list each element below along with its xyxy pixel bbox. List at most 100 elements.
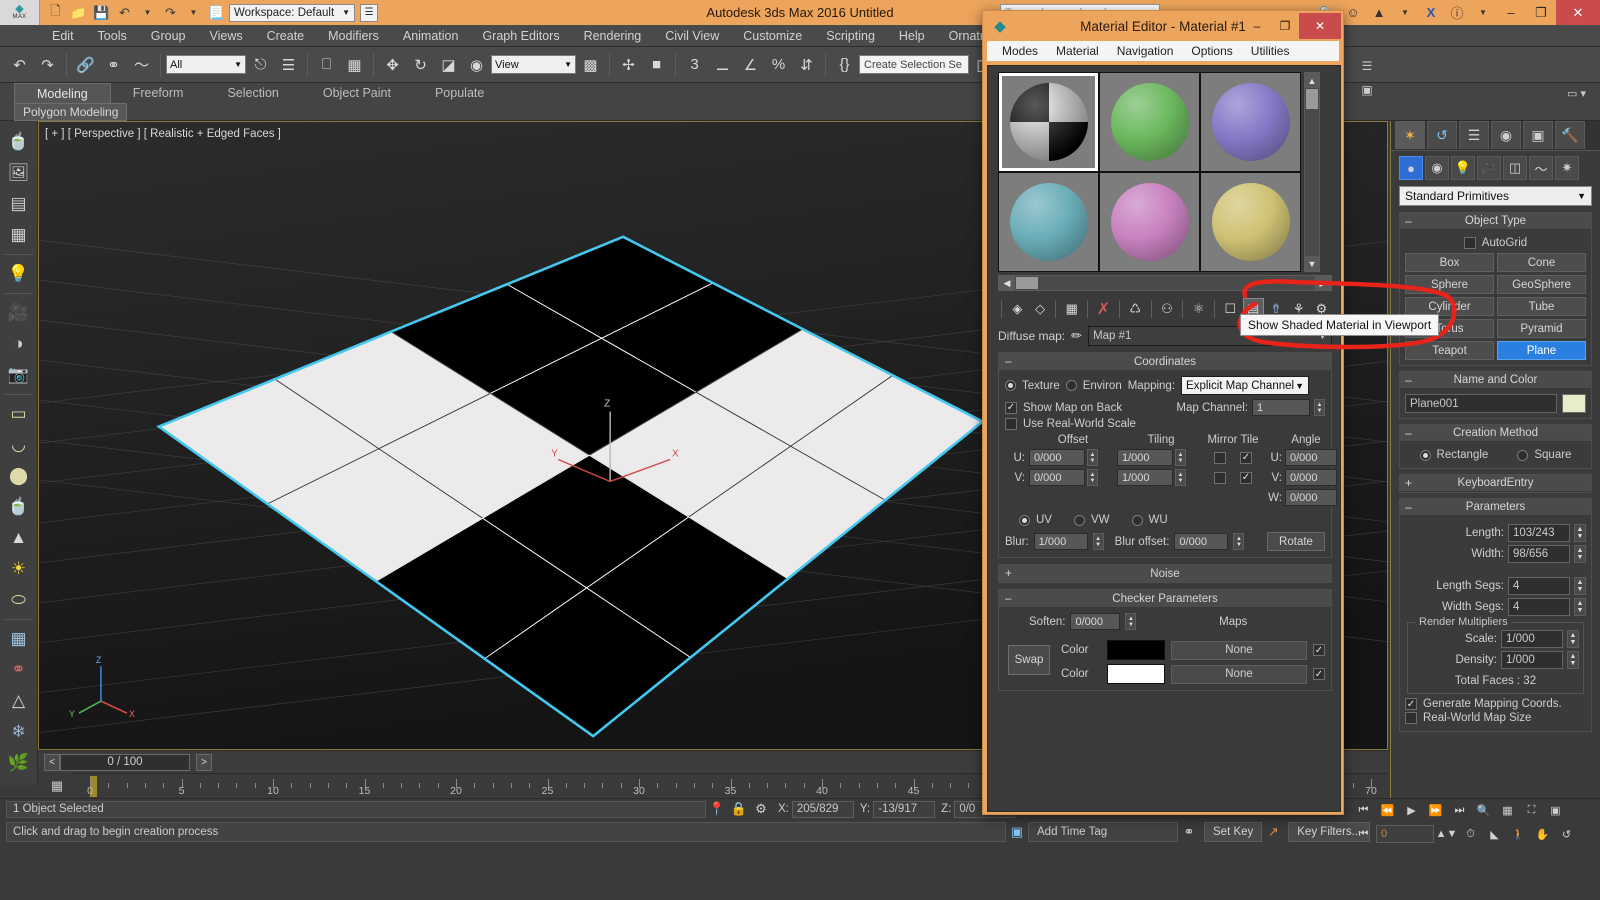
generate-mapping-coords-checkbox[interactable]: ✓ (1405, 698, 1417, 710)
menu-item-rendering[interactable]: Rendering (572, 25, 654, 47)
next-frame-icon[interactable]: ⏩ (1424, 800, 1447, 820)
current-frame-display[interactable]: 0 / 100 (60, 753, 190, 771)
scroll-right-icon[interactable]: ▶ (1315, 276, 1331, 290)
menu-item-create[interactable]: Create (255, 25, 317, 47)
purple-material-slot[interactable] (1201, 73, 1300, 171)
qat-overflow-button[interactable]: ☰ (360, 3, 379, 22)
texture-radio-row[interactable]: Texture (1005, 380, 1060, 392)
object-type-button-geosphere[interactable]: GeoSphere (1497, 275, 1586, 294)
offset-v-input[interactable]: 0/000 (1029, 469, 1085, 486)
prev-frame-button[interactable]: < (44, 753, 60, 771)
render-frame-icon[interactable]: ▤ (3, 189, 35, 219)
open-file-icon[interactable]: 📁 (68, 2, 89, 23)
zoom-region-icon[interactable]: ⛶ (1520, 800, 1543, 820)
redo-icon[interactable]: ↷ (160, 2, 181, 23)
select-object-icon[interactable]: ⎋ (247, 50, 274, 80)
next-frame-button[interactable]: > (196, 753, 212, 771)
material-editor-menu-utilities[interactable]: Utilities (1242, 41, 1299, 61)
material-editor-close-button[interactable]: ✕ (1299, 13, 1341, 39)
object-type-button-sphere[interactable]: Sphere (1405, 275, 1494, 294)
add-time-tag-field[interactable]: Add Time Tag (1028, 822, 1178, 842)
x-coord-input[interactable]: 205/829 (791, 800, 854, 818)
material-editor-maximize-button[interactable]: ❐ (1271, 14, 1299, 38)
tile-checkbox-u[interactable]: ✓ (1240, 451, 1252, 464)
zoom-time-icon[interactable]: 🔍 (1472, 800, 1495, 820)
create-tab-icon[interactable]: ✶ (1395, 121, 1425, 149)
offset-u-input[interactable]: 0/000 (1029, 449, 1085, 466)
render-production-icon[interactable]: 📷 (3, 360, 35, 390)
previous-frame-icon[interactable]: ⏪ (1376, 800, 1399, 820)
material-editor-menu-options[interactable]: Options (1182, 41, 1241, 61)
ribbon-tab-populate[interactable]: Populate (413, 83, 506, 103)
box-icon[interactable]: ▭ (3, 399, 35, 429)
exchange-icon[interactable]: X (1418, 0, 1444, 25)
set-key-button[interactable]: Set Key (1204, 822, 1263, 842)
reset-map-icon[interactable]: ✗ (1093, 298, 1114, 320)
swap-colors-button[interactable]: Swap (1008, 645, 1050, 675)
minimize-button[interactable]: – (1496, 0, 1526, 25)
current-frame-input[interactable]: 0 (1376, 825, 1434, 843)
cone-icon[interactable]: ▲ (3, 523, 35, 553)
ribbon-subtab-polygon-modeling[interactable]: Polygon Modeling (14, 103, 128, 121)
slot-vertical-scrollbar[interactable]: ▲ ▼ (1304, 72, 1320, 272)
menu-item-animation[interactable]: Animation (391, 25, 471, 47)
go-to-start-icon[interactable]: ⏮ (1352, 800, 1375, 820)
map-channel-spinner[interactable]: ▲ ▼ (1314, 399, 1325, 416)
viewport-label[interactable]: [ + ] [ Perspective ] [ Realistic + Edge… (45, 128, 281, 140)
restore-button[interactable]: ❐ (1526, 0, 1556, 25)
space-warps-icon[interactable]: 〜 (1529, 156, 1553, 180)
rectangular-selection-icon[interactable]: ⎕ (313, 50, 340, 80)
coordinates-rollout-header[interactable]: – Coordinates (999, 353, 1331, 370)
width-spinner[interactable]: ▲ ▼ (1574, 545, 1586, 563)
scroll-left-icon[interactable]: ◀ (999, 276, 1015, 290)
tiling-u-spinner[interactable]: ▲ ▼ (1175, 449, 1186, 466)
add-time-tag-icon[interactable]: ▣ (1006, 823, 1028, 842)
select-and-manipulate-icon[interactable]: ✢ (615, 50, 642, 80)
systems-icon[interactable]: ✷ (1555, 156, 1579, 180)
layer-manager-icon[interactable]: ▣ (1356, 79, 1378, 101)
menu-item-help[interactable]: Help (887, 25, 937, 47)
menu-item-modifiers[interactable]: Modifiers (316, 25, 391, 47)
zoom-extents-all-icon[interactable]: ▦ (1496, 800, 1519, 820)
material-editor-menu-modes[interactable]: Modes (993, 41, 1047, 61)
length-spinner[interactable]: ▲ ▼ (1574, 524, 1586, 542)
oval-icon[interactable]: ⬭ (3, 585, 35, 615)
uv-radio-row[interactable]: UV (1019, 514, 1052, 526)
pan-icon[interactable]: ✋ (1531, 824, 1554, 844)
helper-icon[interactable]: △ (3, 686, 35, 716)
help-icon[interactable]: ⓘ (1444, 0, 1470, 25)
helpers-icon[interactable]: ◫ (1503, 156, 1527, 180)
length-segs-input[interactable]: 4 (1508, 577, 1570, 595)
ribbon-tab-freeform[interactable]: Freeform (111, 83, 206, 103)
angle-u-input[interactable]: 0/000 (1285, 449, 1337, 466)
percent-snap-icon[interactable]: % (765, 50, 792, 80)
hierarchy-tab-icon[interactable]: ☰ (1459, 121, 1489, 149)
project-folder-icon[interactable]: 📃 (206, 2, 227, 23)
vw-radio-row[interactable]: VW (1073, 514, 1110, 526)
angle-w-input[interactable]: 0/000 (1285, 489, 1337, 506)
pink-material-slot[interactable] (1100, 173, 1199, 271)
select-and-scale-icon[interactable]: ◪ (435, 50, 462, 80)
open-mini-curve-editor-icon[interactable]: ▦ (40, 773, 74, 798)
lock-selection-icon[interactable]: 🔒 (728, 800, 750, 819)
select-and-rotate-icon[interactable]: ↻ (407, 50, 434, 80)
key-mode-toggle-icon[interactable]: ⏮ (1352, 824, 1375, 844)
scene-explorer-icon[interactable]: ☰ (1356, 55, 1378, 77)
teal-material-slot[interactable] (999, 173, 1098, 271)
object-type-rollout-header[interactable]: – Object Type (1400, 213, 1591, 230)
primitive-category-select[interactable]: Standard Primitives ▼ (1399, 186, 1592, 206)
select-link-icon[interactable]: 🔗 (72, 50, 99, 80)
material-effects-channel-icon[interactable]: ☐ (1220, 298, 1241, 320)
dynamics-icon[interactable]: ⚭ (3, 655, 35, 685)
width-input[interactable]: 98/656 (1508, 545, 1570, 563)
menu-item-graph-editors[interactable]: Graph Editors (470, 25, 571, 47)
creation-method-square[interactable]: Square (1517, 449, 1571, 461)
camera-icon[interactable]: 🎥 (3, 298, 35, 328)
snaps-toggle-icon[interactable]: ■ (643, 50, 670, 80)
angle-u-spinner[interactable]: ▲▼ (1340, 449, 1341, 466)
use-real-world-scale-checkbox[interactable] (1005, 418, 1017, 430)
put-to-library-icon[interactable]: ⚛ (1188, 298, 1209, 320)
ellipse-icon[interactable]: ⬤ (3, 461, 35, 491)
offset-u-spinner[interactable]: ▲ ▼ (1087, 449, 1098, 466)
density-spinner[interactable]: ▲ ▼ (1567, 651, 1579, 669)
